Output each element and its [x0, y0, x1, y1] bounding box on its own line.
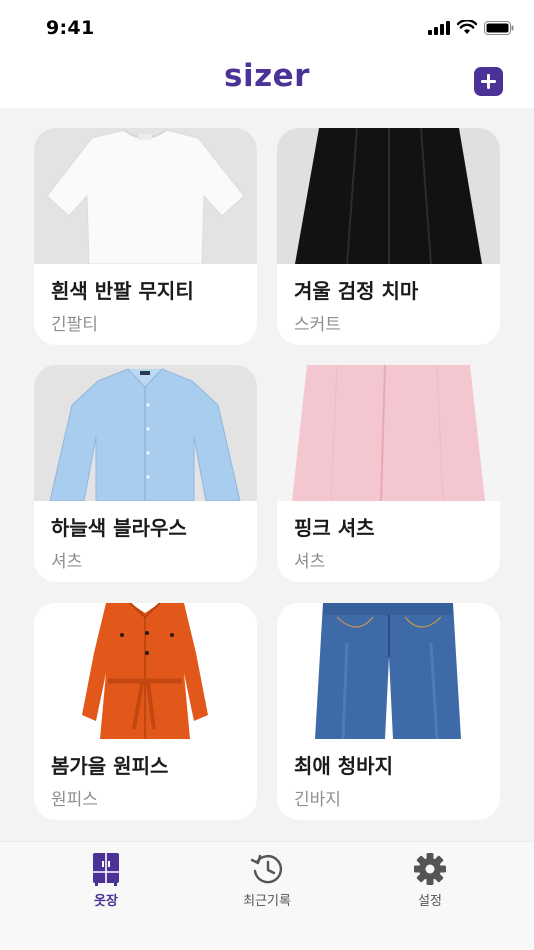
blue-jeans-image [277, 603, 500, 739]
tab-closet[interactable]: 옷장 [46, 852, 166, 909]
pink-shirt-image [277, 365, 500, 501]
item-card[interactable]: 흰색 반팔 무지티 긴팔티 [34, 128, 257, 345]
app-header: sizer [0, 56, 534, 108]
item-card[interactable]: 핑크 셔츠 셔츠 [277, 365, 500, 582]
plus-icon [481, 74, 496, 89]
status-icons [428, 20, 514, 35]
closet-icon [93, 853, 119, 886]
closet-grid: 흰색 반팔 무지티 긴팔티 겨울 검정 치마 스커트 하늘색 블라우스 셔츠 핑… [0, 108, 534, 841]
item-card[interactable]: 하늘색 블라우스 셔츠 [34, 365, 257, 582]
tab-settings[interactable]: 설정 [370, 852, 490, 909]
tab-label: 최근기록 [243, 894, 291, 909]
item-name: 하늘색 블라우스 [51, 516, 187, 540]
gear-icon [414, 853, 446, 885]
item-category: 스커트 [294, 315, 341, 335]
status-time: 9:41 [46, 17, 95, 39]
light-blue-shirt-image [34, 365, 257, 501]
tab-history[interactable]: 최근기록 [207, 852, 327, 909]
app-logo: sizer [224, 58, 310, 94]
white-tshirt-image [34, 128, 257, 264]
item-category: 긴팔티 [51, 315, 98, 335]
item-name: 봄가을 원피스 [51, 754, 169, 778]
orange-dress-image [34, 603, 257, 739]
item-category: 셔츠 [51, 552, 83, 572]
cellular-signal-icon [428, 20, 450, 35]
status-bar: 9:41 [0, 0, 534, 56]
history-icon [250, 854, 282, 884]
item-name: 핑크 셔츠 [294, 516, 375, 540]
item-name: 겨울 검정 치마 [294, 279, 419, 303]
item-category: 긴바지 [294, 790, 341, 810]
tab-label: 옷장 [94, 894, 118, 909]
item-card[interactable]: 봄가을 원피스 원피스 [34, 603, 257, 820]
black-skirt-image [277, 128, 500, 264]
bottom-tab-bar: 옷장 최근기록 설정 [0, 841, 534, 950]
item-name: 최애 청바지 [294, 754, 393, 778]
item-card[interactable]: 겨울 검정 치마 스커트 [277, 128, 500, 345]
item-card[interactable]: 최애 청바지 긴바지 [277, 603, 500, 820]
item-category: 셔츠 [294, 552, 326, 572]
item-category: 원피스 [51, 790, 98, 810]
item-name: 흰색 반팔 무지티 [51, 279, 194, 303]
wifi-icon [457, 20, 477, 34]
add-item-button[interactable] [474, 67, 503, 96]
tab-label: 설정 [418, 894, 442, 909]
battery-icon [484, 20, 514, 35]
